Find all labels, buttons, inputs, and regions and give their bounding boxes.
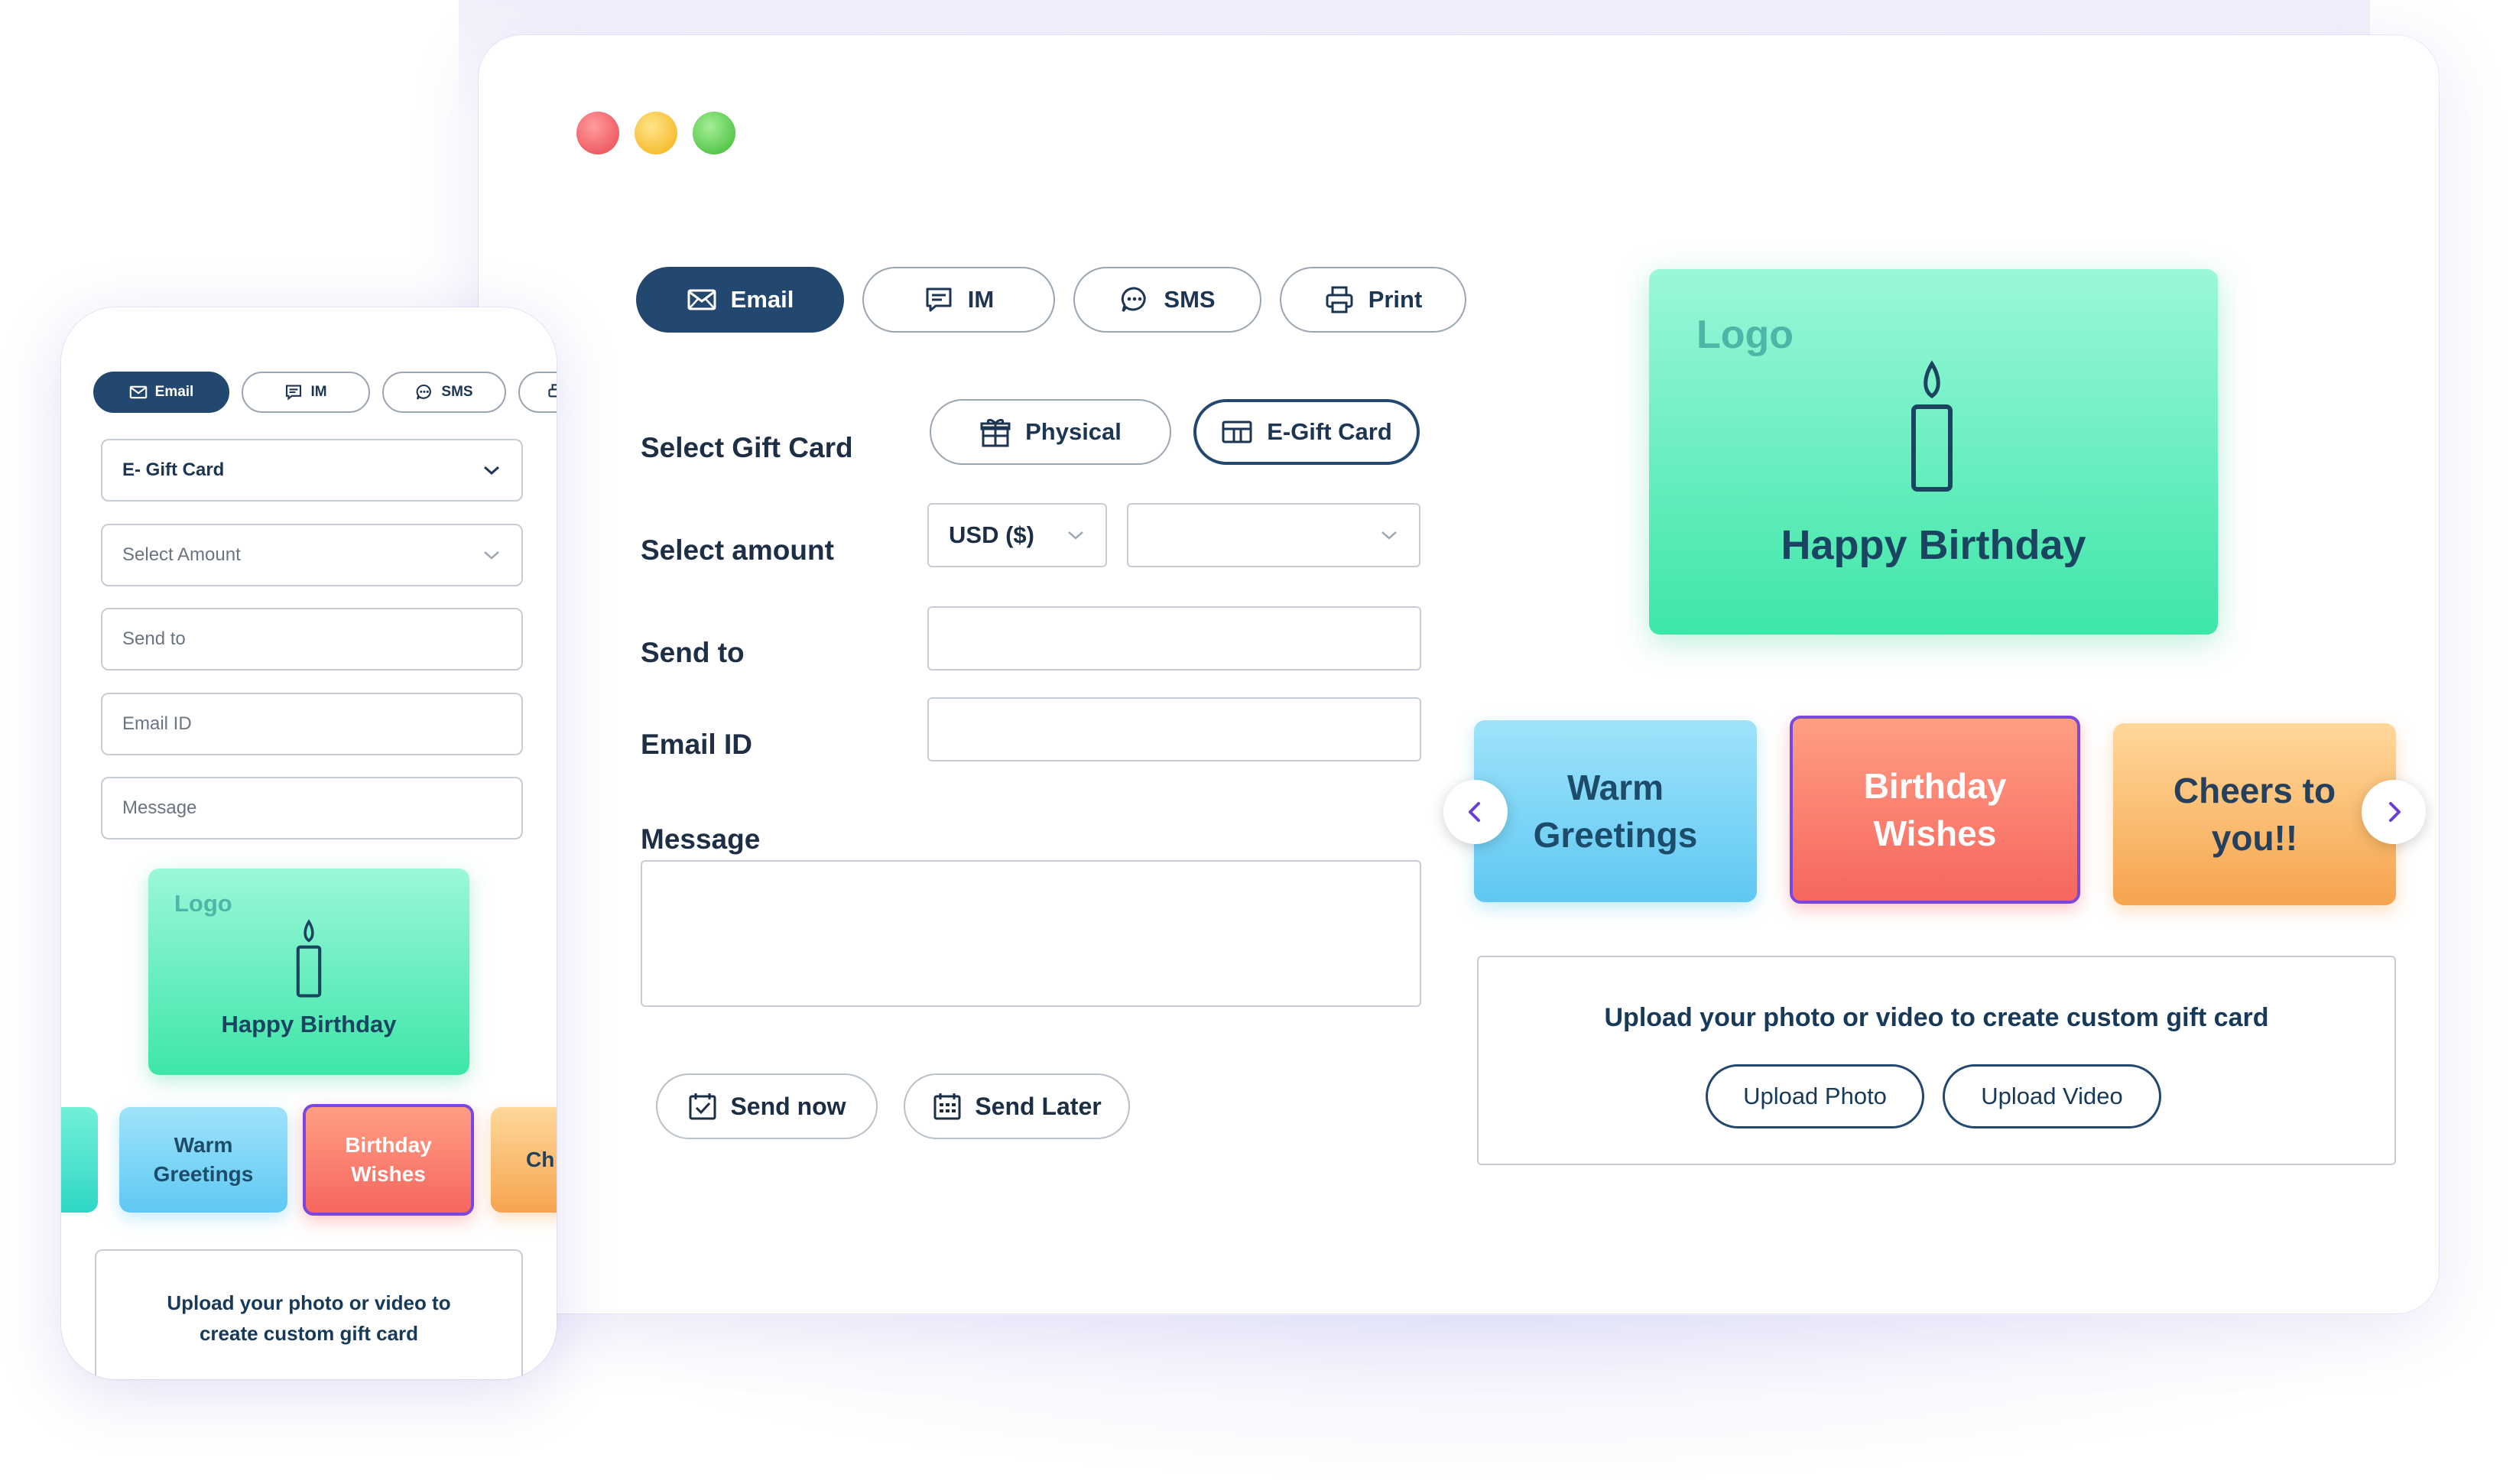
upload-photo-button[interactable]: Upload Photo — [1706, 1064, 1924, 1128]
chevron-left-icon — [1469, 802, 1480, 822]
mobile-send-to-placeholder: Send to — [122, 628, 186, 649]
mobile-amount-placeholder: Select Amount — [122, 544, 241, 565]
upload-panel: Upload your photo or video to create cus… — [1477, 956, 2396, 1165]
close-window-button[interactable] — [576, 112, 619, 154]
calendar-icon — [933, 1093, 961, 1120]
email-id-label: Email ID — [641, 729, 752, 760]
mobile-tab-print[interactable] — [518, 372, 557, 413]
tab-im[interactable]: IM — [862, 267, 1055, 333]
physical-option[interactable]: Physical — [930, 399, 1171, 465]
window-controls — [576, 112, 735, 154]
send-later-button[interactable]: Send Later — [904, 1073, 1130, 1139]
calendar-check-icon — [689, 1093, 716, 1120]
card-layout-icon — [1222, 421, 1252, 443]
printer-icon — [1326, 286, 1353, 313]
gift-card-preview: Logo Happy Birthday — [1649, 269, 2218, 635]
mobile-tab-email[interactable]: Email — [93, 372, 229, 413]
mobile-amount-select[interactable]: Select Amount — [101, 524, 523, 586]
send-now-button[interactable]: Send now — [656, 1073, 878, 1139]
mobile-tab-sms[interactable]: SMS — [382, 372, 506, 413]
desktop-window: Email IM SMS Print Select Gift Card Phys… — [479, 35, 2439, 1314]
candle-icon — [296, 919, 322, 998]
theme-warm-greetings[interactable]: Warm Greetings — [1474, 720, 1757, 902]
delivery-tabs: Email IM SMS Print — [636, 267, 1466, 333]
mobile-tab-im-label: IM — [310, 384, 327, 400]
mobile-theme-warm-greetings[interactable]: Warm Greetings — [119, 1107, 287, 1213]
send-to-input[interactable] — [927, 606, 1421, 671]
mobile-tab-sms-label: SMS — [441, 384, 473, 400]
gift-icon — [980, 418, 1011, 447]
theme-birthday-wishes[interactable]: Birthday Wishes — [1790, 716, 2080, 904]
maximize-window-button[interactable] — [693, 112, 735, 154]
chevron-right-icon — [2389, 802, 2401, 822]
mobile-gift-card-value: E- Gift Card — [122, 459, 225, 480]
chat-icon — [286, 385, 302, 401]
mobile-card-logo: Logo — [174, 890, 232, 917]
email-id-input[interactable] — [927, 697, 1421, 761]
card-logo: Logo — [1696, 313, 1794, 357]
mobile-card-title: Happy Birthday — [221, 1011, 397, 1038]
chevron-down-icon — [484, 551, 499, 560]
upload-video-button[interactable]: Upload Video — [1943, 1064, 2161, 1128]
tab-im-label: IM — [967, 286, 995, 313]
send-later-label: Send Later — [975, 1092, 1102, 1120]
mobile-email-placeholder: Email ID — [122, 713, 192, 734]
carousel-next-button[interactable] — [2362, 780, 2426, 844]
theme-cheers-to-you[interactable]: Cheers to you!! — [2113, 723, 2396, 905]
mobile-theme-cheers-partial[interactable]: Ch — [491, 1107, 557, 1213]
select-gift-card-label: Select Gift Card — [641, 432, 853, 463]
physical-option-label: Physical — [1025, 418, 1122, 445]
envelope-icon — [687, 289, 716, 310]
chevron-down-icon — [484, 466, 499, 476]
tab-print-label: Print — [1368, 286, 1423, 313]
currency-select[interactable]: USD ($) — [927, 503, 1107, 567]
printer-icon — [548, 384, 557, 398]
tab-sms[interactable]: SMS — [1073, 267, 1261, 333]
background-glow — [535, 1315, 2446, 1484]
mobile-send-to-input[interactable]: Send to — [101, 608, 523, 671]
mobile-upload-instructions: Upload your photo or video to create cus… — [167, 1291, 451, 1346]
mobile-message-input[interactable]: Message — [101, 777, 523, 839]
sms-icon — [1122, 287, 1147, 312]
mobile-upload-panel: Upload your photo or video to create cus… — [95, 1249, 523, 1379]
mobile-theme-cheers-label: Ch — [526, 1148, 555, 1172]
send-now-label: Send now — [730, 1092, 846, 1120]
message-label: Message — [641, 823, 761, 855]
send-to-label: Send to — [641, 637, 745, 668]
amount-select[interactable] — [1127, 503, 1420, 567]
mobile-message-placeholder: Message — [122, 797, 197, 818]
mobile-theme-partial-left[interactable] — [61, 1107, 98, 1213]
minimize-window-button[interactable] — [635, 112, 677, 154]
egift-card-option-label: E-Gift Card — [1267, 418, 1392, 445]
select-amount-label: Select amount — [641, 534, 834, 566]
mobile-tab-im[interactable]: IM — [242, 372, 370, 413]
mobile-device: Email IM SMS E- Gift Card Select Amount … — [61, 307, 557, 1379]
tab-email-label: Email — [730, 286, 794, 313]
carousel-prev-button[interactable] — [1443, 780, 1508, 844]
mobile-theme-birthday-wishes[interactable]: Birthday Wishes — [303, 1104, 474, 1216]
egift-card-option[interactable]: E-Gift Card — [1193, 399, 1420, 465]
mobile-email-input[interactable]: Email ID — [101, 693, 523, 755]
mobile-tab-email-label: Email — [154, 384, 194, 400]
chat-icon — [926, 287, 952, 312]
card-title: Happy Birthday — [1781, 522, 2086, 568]
tab-email[interactable]: Email — [636, 267, 844, 333]
chevron-down-icon — [1381, 531, 1397, 540]
chevron-down-icon — [1068, 531, 1083, 540]
envelope-icon — [129, 385, 147, 399]
mobile-gift-card-select[interactable]: E- Gift Card — [101, 439, 523, 502]
mobile-gift-card-preview: Logo Happy Birthday — [148, 869, 469, 1075]
candle-icon — [1911, 360, 1953, 492]
tab-sms-label: SMS — [1164, 286, 1216, 313]
tab-print[interactable]: Print — [1280, 267, 1466, 333]
mobile-delivery-tabs: Email IM SMS — [93, 372, 557, 413]
sms-icon — [416, 384, 432, 400]
upload-instructions: Upload your photo or video to create cus… — [1604, 1003, 2269, 1032]
currency-value: USD ($) — [949, 521, 1034, 548]
message-textarea[interactable] — [641, 860, 1421, 1007]
